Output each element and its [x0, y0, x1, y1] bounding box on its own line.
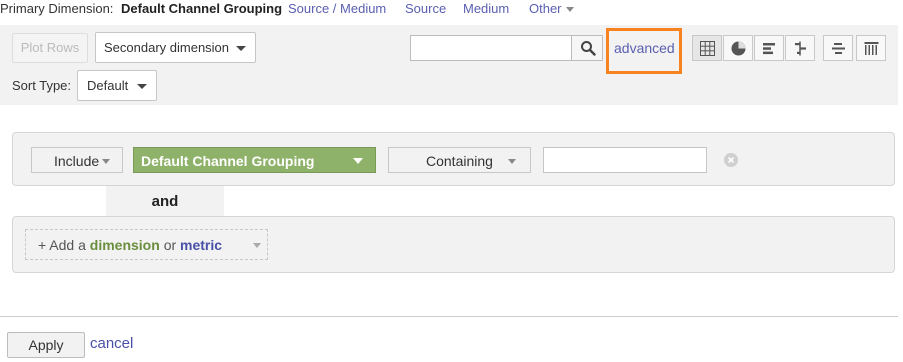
- condition-label: Containing: [426, 153, 493, 169]
- and-connector: and: [106, 186, 224, 217]
- chevron-down-icon: [236, 45, 246, 51]
- cancel-link[interactable]: cancel: [90, 335, 133, 352]
- sort-type-select[interactable]: Default: [77, 70, 157, 101]
- add-condition-text: + Add a dimension or metric: [38, 237, 222, 253]
- divider: [0, 316, 898, 317]
- sort-type-label: Sort Type:: [12, 78, 72, 93]
- search-icon: [581, 41, 596, 56]
- primary-dimension-current: Default Channel Grouping: [121, 1, 283, 16]
- chevron-down-icon: [253, 243, 261, 248]
- add-dimension-or-metric[interactable]: + Add a dimension or metric: [25, 229, 268, 260]
- search-input[interactable]: [410, 35, 572, 61]
- secondary-dimension-label: Secondary dimension: [104, 40, 230, 55]
- add-dimension-text: dimension: [89, 237, 160, 253]
- term-cloud-view-button[interactable]: [823, 35, 853, 61]
- include-label: Include: [54, 153, 100, 169]
- filter-value-input[interactable]: [543, 147, 707, 173]
- data-table-view-button[interactable]: [692, 35, 722, 61]
- dimension-link-other[interactable]: Other: [529, 1, 574, 16]
- remove-condition-icon[interactable]: [724, 153, 738, 167]
- search-button[interactable]: [571, 35, 603, 61]
- data-table-icon: [700, 41, 715, 56]
- primary-dimension-label: Primary Dimension:: [0, 1, 114, 16]
- filter-dimension-label: Default Channel Grouping: [141, 153, 315, 169]
- primary-dimension-bar: Primary Dimension: Default Channel Group…: [0, 0, 903, 20]
- pie-chart-icon: [731, 41, 746, 56]
- chevron-down-icon: [565, 7, 574, 13]
- dimension-link-source-medium[interactable]: Source / Medium: [288, 1, 386, 16]
- pivot-table-icon: [864, 42, 879, 55]
- dimension-link-other-label: Other: [529, 1, 562, 16]
- plot-rows-button[interactable]: Plot Rows: [12, 33, 88, 63]
- dimension-link-medium[interactable]: Medium: [463, 1, 509, 16]
- term-cloud-icon: [832, 43, 845, 54]
- add-metric-text: metric: [180, 237, 223, 253]
- apply-button[interactable]: Apply: [7, 332, 85, 358]
- add-or-text: or: [163, 237, 177, 253]
- condition-select[interactable]: Containing: [388, 147, 531, 173]
- filter-dimension-select[interactable]: Default Channel Grouping: [133, 147, 376, 173]
- comparison-icon: [795, 41, 806, 56]
- chevron-down-icon: [508, 159, 516, 164]
- pivot-view-button[interactable]: [856, 35, 886, 61]
- chevron-down-icon: [102, 159, 110, 164]
- chevron-down-icon: [353, 158, 363, 164]
- sort-type-value: Default: [87, 78, 129, 93]
- comparison-view-button[interactable]: [785, 35, 815, 61]
- performance-bar-icon: [763, 43, 775, 55]
- advanced-link[interactable]: advanced: [614, 40, 675, 56]
- close-icon: [727, 156, 735, 164]
- pie-chart-view-button[interactable]: [723, 35, 753, 61]
- dimension-link-source[interactable]: Source: [405, 1, 446, 16]
- add-prefix: + Add a: [38, 237, 86, 253]
- include-select[interactable]: Include: [31, 147, 123, 173]
- chevron-down-icon: [137, 83, 147, 89]
- secondary-dimension-select[interactable]: Secondary dimension: [95, 32, 256, 63]
- performance-view-button[interactable]: [754, 35, 784, 61]
